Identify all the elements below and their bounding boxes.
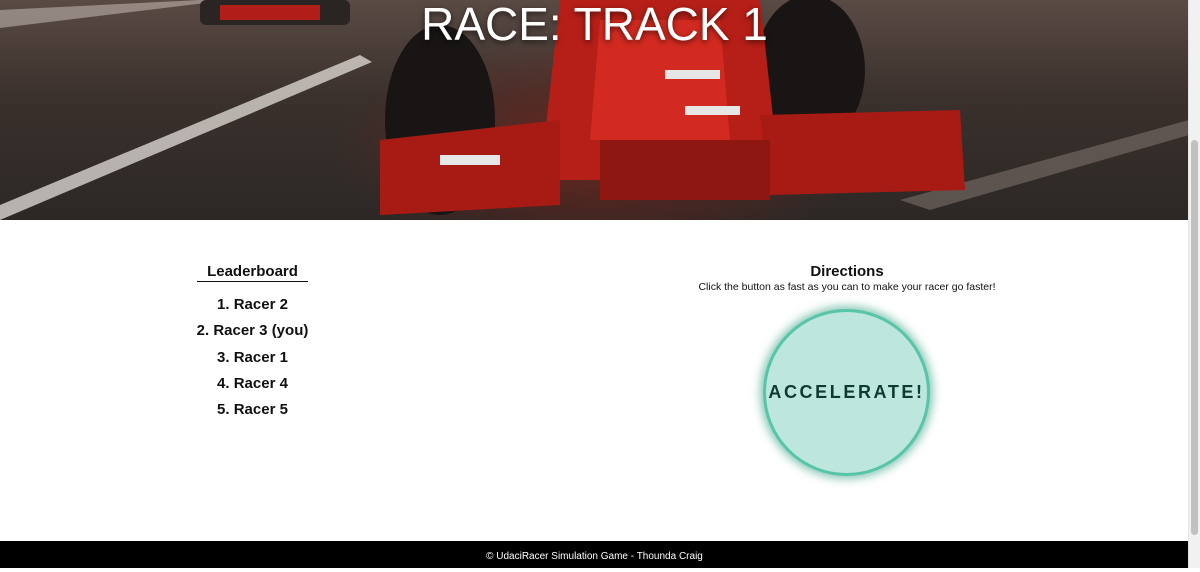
leaderboard-item: 2. Racer 3 (you) (196, 322, 309, 340)
leaderboard-item: 3. Racer 1 (217, 348, 288, 366)
directions-title: Directions (810, 263, 884, 280)
directions-text: Click the button as fast as you can to m… (698, 281, 996, 293)
page-scrollbar[interactable] (1188, 0, 1200, 568)
hero-banner: RACE: TRACK 1 (0, 0, 1189, 220)
scrollbar-thumb[interactable] (1191, 140, 1198, 535)
page-title: RACE: TRACK 1 (421, 0, 768, 50)
leaderboard-item: 1. Racer 2 (217, 296, 288, 313)
accelerate-button[interactable]: ACCELERATE! (763, 309, 930, 476)
footer-text: © UdaciRacer Simulation Game - Thounda C… (486, 551, 703, 562)
leaderboard-item: 4. Racer 4 (217, 374, 288, 392)
directions-panel: Directions Click the button as fast as y… (640, 263, 1054, 294)
footer: © UdaciRacer Simulation Game - Thounda C… (0, 541, 1189, 568)
leaderboard-list: 1. Racer 2 2. Racer 3 (you) 3. Racer 1 4… (150, 292, 355, 423)
leaderboard-item: 5. Racer 5 (217, 401, 288, 419)
leaderboard: Leaderboard 1. Racer 2 2. Racer 3 (you) … (150, 263, 355, 423)
leaderboard-title: Leaderboard (197, 263, 308, 282)
